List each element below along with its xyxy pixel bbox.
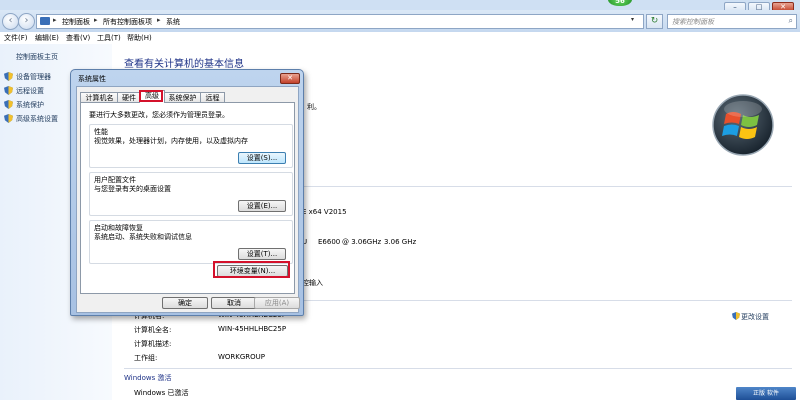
menu-bar: 文件(F) 编辑(E) 查看(V) 工具(T) 帮助(H) — [0, 32, 800, 43]
menu-file[interactable]: 文件(F) — [4, 33, 28, 43]
breadcrumb-all-items[interactable]: 所有控制面板项 — [103, 17, 152, 27]
shield-icon — [732, 312, 740, 320]
cancel-button[interactable]: 取消 — [211, 297, 257, 309]
startup-recovery-settings-button[interactable]: 设置(T)... — [238, 248, 286, 260]
windows-edition-partial: E x64 V2015 — [302, 208, 347, 216]
menu-help[interactable]: 帮助(H) — [127, 33, 152, 43]
page-title: 查看有关计算机的基本信息 — [124, 59, 244, 70]
ok-button[interactable]: 确定 — [162, 297, 208, 309]
section-divider — [302, 186, 792, 187]
forward-arrow-icon: › — [24, 15, 29, 26]
change-settings-link[interactable]: 更改设置 — [732, 312, 769, 322]
processor-speed: 3.06 GHz — [384, 238, 417, 246]
search-input[interactable]: 搜索控制面板 ⌕ — [667, 14, 797, 29]
performance-desc: 视觉效果，处理器计划，内存使用，以及虚拟内存 — [94, 137, 248, 145]
dialog-body: 计算机名 硬件 高级 系统保护 远程 要进行大多数更改，您必须作为管理员登录。 … — [76, 86, 300, 313]
shield-icon — [4, 72, 13, 81]
forward-button[interactable]: › — [18, 13, 35, 30]
menu-edit[interactable]: 编辑(E) — [35, 33, 59, 43]
remote-settings-link[interactable]: 远程设置 — [16, 86, 44, 96]
section-divider — [302, 300, 792, 301]
pen-touch-partial: 控输入 — [302, 279, 323, 287]
address-dropdown-icon[interactable]: ▾ — [631, 16, 634, 23]
computer-description-label: 计算机描述: — [134, 340, 172, 348]
menu-tools[interactable]: 工具(T) — [97, 33, 121, 43]
env-button-highlight-box — [213, 261, 290, 278]
dialog-title: 系统属性 — [78, 75, 106, 83]
shield-icon — [4, 114, 13, 123]
advanced-system-settings-link[interactable]: 高级系统设置 — [16, 114, 58, 124]
user-profiles-settings-button[interactable]: 设置(E)... — [238, 200, 286, 212]
workgroup-label: 工作组: — [134, 354, 158, 362]
back-button[interactable]: ‹ — [2, 13, 19, 30]
breadcrumb-separator: ▸ — [157, 16, 161, 24]
address-field[interactable]: ▸ 控制面板 ▸ 所有控制面板项 ▸ 系统 ▾ — [36, 14, 644, 29]
breadcrumb-separator: ▸ — [94, 16, 98, 24]
startup-recovery-group: 启动和故障恢复 系统启动、系统失败和调试信息 设置(T)... — [89, 220, 293, 264]
back-arrow-icon: ‹ — [8, 15, 13, 26]
genuine-software-button[interactable]: 正版 软件 — [736, 387, 796, 400]
processor-clock: @ 3.06GHz — [342, 238, 382, 246]
full-computer-name-value: WIN-45HHLHBC25P — [218, 325, 287, 333]
control-panel-icon — [40, 17, 50, 25]
refresh-button[interactable]: ↻ — [646, 14, 663, 29]
windows-logo-icon — [712, 94, 774, 156]
partial-text: 利。 — [307, 103, 321, 111]
full-computer-name-label: 计算机全名: — [134, 326, 172, 334]
user-profiles-group: 用户配置文件 与您登录有关的桌面设置 设置(E)... — [89, 172, 293, 216]
device-manager-link[interactable]: 设备管理器 — [16, 72, 51, 82]
section-divider — [124, 368, 792, 369]
breadcrumb-system[interactable]: 系统 — [166, 17, 180, 27]
control-panel-home-link[interactable]: 控制面板主页 — [16, 52, 58, 62]
menu-view[interactable]: 查看(V) — [66, 33, 90, 43]
user-profiles-desc: 与您登录有关的桌面设置 — [94, 185, 171, 193]
system-properties-dialog: 系统属性 ✕ 计算机名 硬件 高级 系统保护 远程 要进行大多数更改，您必须作为… — [70, 69, 304, 316]
activation-status: Windows 已激活 — [134, 389, 189, 397]
startup-recovery-desc: 系统启动、系统失败和调试信息 — [94, 233, 192, 241]
change-settings-label: 更改设置 — [741, 313, 769, 321]
apply-button[interactable]: 应用(A) — [254, 297, 300, 309]
search-placeholder: 搜索控制面板 — [672, 18, 714, 26]
system-protection-link[interactable]: 系统保护 — [16, 100, 44, 110]
performance-group: 性能 视觉效果，处理器计划，内存使用，以及虚拟内存 设置(S)... — [89, 124, 293, 168]
dialog-close-button[interactable]: ✕ — [280, 73, 300, 84]
breadcrumb-control-panel[interactable]: 控制面板 — [62, 17, 90, 27]
workgroup-value: WORKGROUP — [218, 353, 266, 361]
search-icon: ⌕ — [788, 16, 793, 25]
refresh-icon: ↻ — [650, 16, 659, 26]
activation-header: Windows 激活 — [124, 374, 172, 382]
tab-highlight-box — [139, 90, 163, 102]
breadcrumb-separator: ▸ — [53, 16, 57, 24]
shield-icon — [4, 100, 13, 109]
shield-icon — [4, 86, 13, 95]
admin-note: 要进行大多数更改，您必须作为管理员登录。 — [89, 111, 229, 119]
performance-settings-button[interactable]: 设置(S)... — [238, 152, 286, 164]
title-bar — [0, 0, 800, 10]
processor-model: E6600 — [318, 238, 341, 246]
